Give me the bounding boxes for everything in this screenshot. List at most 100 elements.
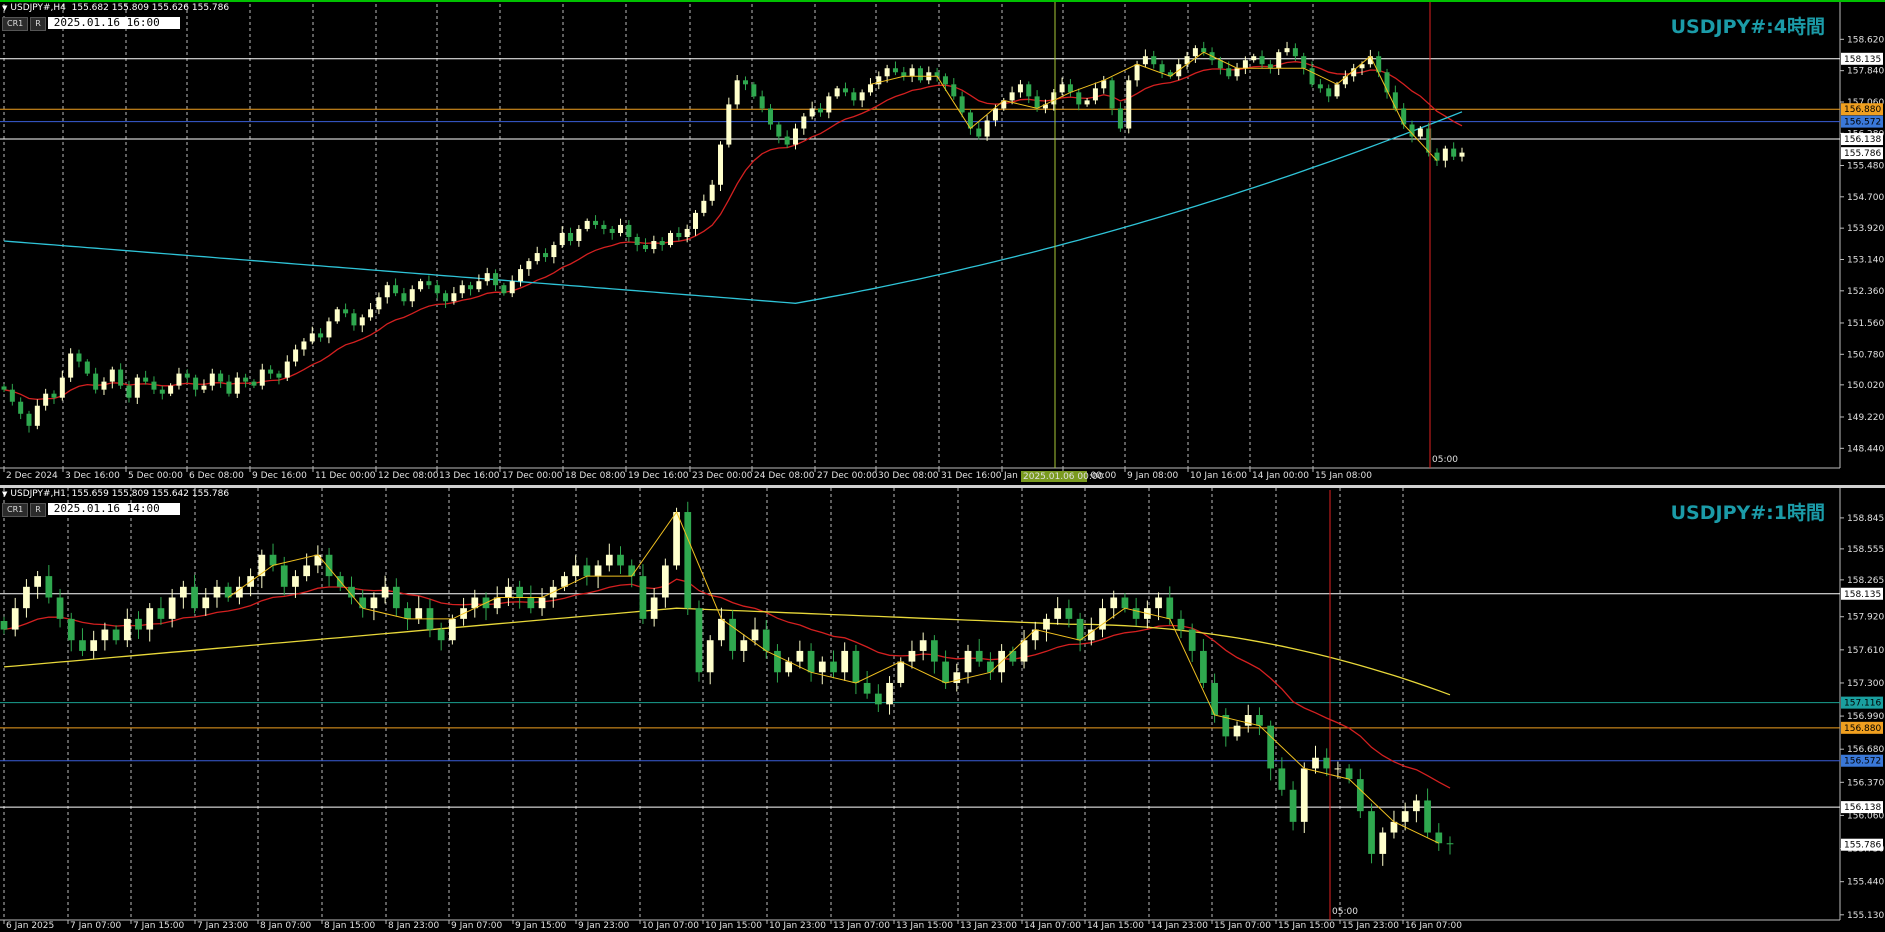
candle-body bbox=[134, 377, 140, 398]
x-tick-label: 9 Jan 08:00 bbox=[1127, 471, 1179, 481]
x-tick-label: 10 Jan 23:00 bbox=[769, 921, 826, 931]
candle-body bbox=[409, 289, 415, 302]
h1-chart-panel[interactable]: 158.845 158.555 158.265 157.920 157.610 157.3… bbox=[0, 488, 1885, 932]
candle-body bbox=[897, 661, 905, 683]
candle-body bbox=[123, 618, 131, 641]
candle-body bbox=[976, 128, 982, 137]
candle-body bbox=[1121, 597, 1129, 609]
candle-body bbox=[1234, 68, 1240, 77]
candle-body bbox=[1132, 608, 1140, 619]
x-tick-label: 9 Jan 23:00 bbox=[578, 921, 630, 931]
candle-body bbox=[784, 136, 790, 145]
candle-body bbox=[159, 389, 165, 394]
candle-body bbox=[93, 373, 99, 390]
candle-body bbox=[0, 620, 8, 630]
candle-body bbox=[184, 373, 190, 378]
candle-body bbox=[1026, 84, 1032, 97]
x-tick-label: 15 Jan 07:00 bbox=[1214, 921, 1271, 931]
candle-body bbox=[168, 385, 174, 394]
candle-body bbox=[1134, 64, 1140, 81]
candle-body bbox=[792, 128, 798, 145]
candle-body bbox=[218, 373, 224, 382]
candle-body bbox=[459, 285, 465, 294]
h4-badge-cr1[interactable]: CR1 bbox=[2, 17, 29, 31]
candle-body bbox=[942, 76, 948, 85]
h1-selected-time[interactable]: 2025.01.16 14:00 bbox=[47, 503, 180, 515]
candle-body bbox=[1326, 88, 1332, 97]
candle-body bbox=[505, 586, 512, 598]
candle-body bbox=[1043, 618, 1050, 630]
candle-body bbox=[404, 608, 411, 619]
y-tick-label: 153.140 bbox=[1847, 255, 1884, 265]
candle-body bbox=[1192, 48, 1198, 57]
candle-body bbox=[1188, 629, 1196, 651]
price-label-text: 156.138 bbox=[1844, 803, 1881, 813]
x-tick-label: 17 Dec 00:00 bbox=[502, 471, 563, 481]
candle-body bbox=[1159, 64, 1165, 73]
candle-body bbox=[143, 377, 149, 382]
h1-chart-svg[interactable]: 158.845 158.555 158.265 157.920 157.610 157.3… bbox=[0, 488, 1885, 932]
x-tick-label: 13 Jan 15:00 bbox=[896, 921, 953, 931]
candle-body bbox=[1067, 84, 1073, 93]
candle-body bbox=[1200, 650, 1207, 683]
candle-body bbox=[1334, 84, 1340, 97]
candle-body bbox=[1051, 92, 1057, 105]
candle-body bbox=[1401, 811, 1409, 822]
candle-body bbox=[326, 321, 332, 338]
candle-body bbox=[852, 650, 860, 683]
candle-body bbox=[351, 313, 357, 326]
candle-body bbox=[874, 693, 882, 705]
candle-body bbox=[1101, 80, 1107, 89]
time-marker-label: 05:00 bbox=[1432, 455, 1458, 465]
candle-body bbox=[1054, 608, 1062, 619]
h1-badge-r[interactable]: R bbox=[30, 503, 46, 517]
zigzag-line bbox=[227, 510, 1440, 844]
x-tick-label: 9 Jan 15:00 bbox=[515, 921, 567, 931]
h1-chart-title: USDJPY#:1時間 bbox=[1670, 502, 1825, 524]
candle-body bbox=[867, 84, 873, 93]
candle-body bbox=[381, 586, 389, 598]
ma-cyan-line bbox=[3, 111, 1463, 304]
candle-body bbox=[628, 565, 636, 577]
h4-chart-panel[interactable]: 158.620157.840157.060156.280155.480154.7… bbox=[0, 0, 1885, 485]
candle-body bbox=[45, 576, 53, 598]
candle-body bbox=[892, 68, 898, 73]
x-tick-label: 19 Dec 16:00 bbox=[628, 471, 689, 481]
candle-body bbox=[384, 285, 390, 298]
x-tick-label: 18 Dec 08:00 bbox=[565, 471, 626, 481]
candle-body bbox=[11, 608, 19, 630]
collapse-triangle-icon[interactable]: ▼ bbox=[2, 4, 7, 12]
candle-body bbox=[740, 640, 748, 651]
candle-body bbox=[368, 309, 374, 318]
x-tick-label: 23 Dec 00:00 bbox=[692, 471, 753, 481]
candle-body bbox=[418, 281, 424, 290]
collapse-triangle-icon[interactable]: ▼ bbox=[2, 490, 7, 498]
h4-badge-r[interactable]: R bbox=[30, 17, 46, 31]
price-label-text: 155.786 bbox=[1844, 149, 1881, 159]
h4-selected-time[interactable]: 2025.01.16 16:00 bbox=[47, 17, 180, 29]
candle-body bbox=[834, 88, 840, 97]
candle-body bbox=[651, 241, 657, 250]
x-tick-label: 6 Dec 08:00 bbox=[189, 471, 244, 481]
candle-body bbox=[501, 285, 507, 294]
y-tick-label: 152.360 bbox=[1847, 287, 1884, 297]
candle-body bbox=[451, 293, 457, 302]
candle-body bbox=[693, 212, 699, 229]
x-tick-label: 10 Jan 16:00 bbox=[1190, 471, 1247, 481]
candle-body bbox=[909, 68, 915, 77]
x-tick-label: 24 Dec 08:00 bbox=[754, 471, 815, 481]
candle-body bbox=[1334, 768, 1342, 770]
h1-badge-cr1[interactable]: CR1 bbox=[2, 503, 29, 517]
candle-body bbox=[676, 232, 682, 237]
candle-body bbox=[1424, 800, 1431, 833]
y-tick-label: 158.620 bbox=[1847, 35, 1884, 45]
candle-body bbox=[476, 281, 482, 290]
candle-body bbox=[1201, 48, 1207, 53]
candle-body bbox=[1323, 757, 1331, 769]
candle-body bbox=[673, 512, 680, 566]
candle-body bbox=[639, 576, 647, 619]
candle-body bbox=[1166, 597, 1174, 619]
candle-body bbox=[543, 253, 549, 258]
candle-body bbox=[34, 405, 40, 426]
h4-chart-svg[interactable]: 158.620157.840157.060156.280155.480154.7… bbox=[0, 2, 1885, 485]
